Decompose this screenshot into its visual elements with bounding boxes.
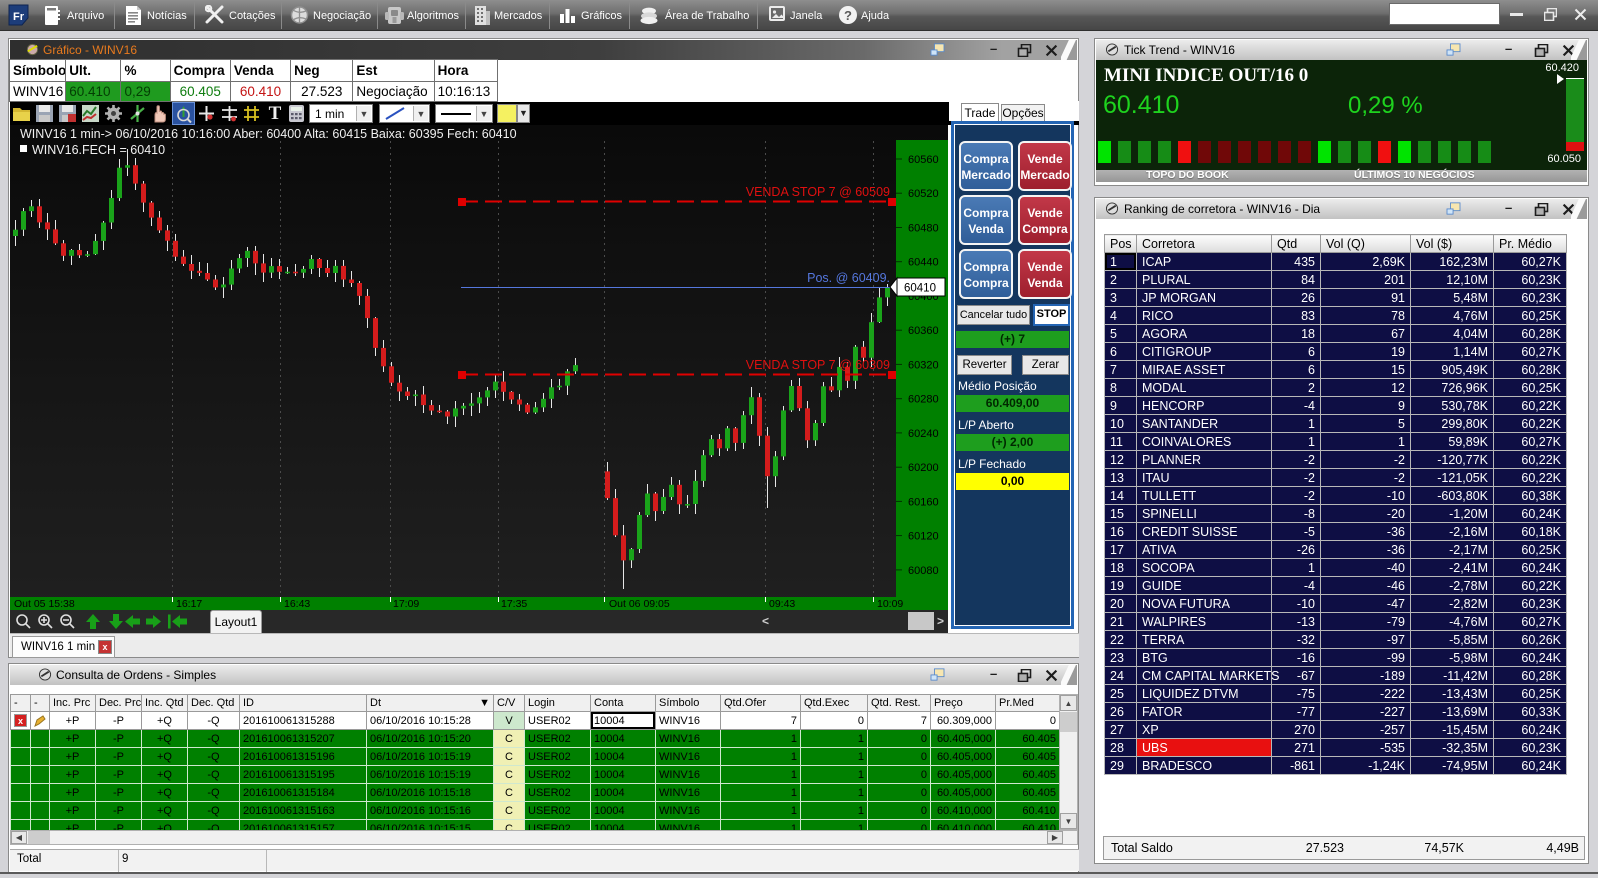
svg-text:WINV16.FECH = 60410: WINV16.FECH = 60410 [32,143,165,157]
svg-text:60410: 60410 [904,283,936,295]
svg-text:WINV16 1 min-> 06/10/2016 10:1: WINV16 1 min-> 06/10/2016 10:16:00 Aber:… [20,127,517,141]
svg-text:17:35: 17:35 [501,598,527,610]
svg-text:60560: 60560 [908,154,939,166]
svg-text:16:17: 16:17 [176,598,202,610]
svg-text:60240: 60240 [908,428,939,440]
svg-text:60320: 60320 [908,359,939,371]
svg-text:VENDA STOP 7 @ 60309: VENDA STOP 7 @ 60309 [746,358,890,372]
svg-text:60160: 60160 [908,496,939,508]
svg-text:60480: 60480 [908,223,939,235]
svg-text:16:43: 16:43 [284,598,310,610]
svg-text:Out 06 09:05: Out 06 09:05 [609,598,670,610]
svg-text:VENDA STOP 7 @ 60509: VENDA STOP 7 @ 60509 [746,185,890,199]
svg-text:Pos. @ 60409.: Pos. @ 60409. [807,271,890,285]
svg-text:60520: 60520 [908,188,939,200]
svg-text:10:09: 10:09 [877,598,903,610]
svg-text:60120: 60120 [908,531,939,543]
svg-text:09:43: 09:43 [769,598,795,610]
svg-text:60200: 60200 [908,462,939,474]
svg-text:17:09: 17:09 [393,598,419,610]
svg-text:60280: 60280 [908,394,939,406]
svg-text:?: ? [844,8,852,23]
svg-text:Fr: Fr [13,11,25,23]
svg-text:60360: 60360 [908,325,939,337]
svg-text:Out 05 15:38: Out 05 15:38 [14,598,75,610]
svg-text:60440: 60440 [908,257,939,269]
svg-text:60080: 60080 [908,565,939,577]
